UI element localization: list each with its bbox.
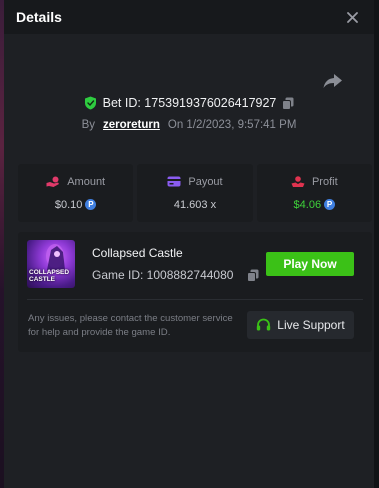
stat-payout: Payout 41.603 x — [137, 164, 253, 222]
profit-hand-icon — [291, 175, 305, 187]
support-notice: Any issues, please contact the customer … — [28, 313, 233, 338]
amount-label: Amount — [67, 175, 106, 188]
modal-title: Details — [16, 9, 62, 25]
copy-game-id-icon[interactable] — [247, 269, 259, 282]
game-name: Collapsed Castle — [92, 246, 183, 260]
play-now-button[interactable]: Play Now — [266, 252, 354, 276]
profit-label: Profit — [311, 175, 338, 188]
bet-stats: Amount $0.10 P Payout 41.603 x Profit $4… — [18, 164, 372, 222]
stat-amount: Amount $0.10 P — [18, 164, 134, 222]
thumbnail-title-2: CASTLE — [29, 276, 55, 283]
modal-header: Details — [4, 0, 374, 34]
game-thumbnail[interactable]: COLLAPSED CASTLE — [27, 240, 75, 288]
headset-icon — [257, 318, 271, 331]
bet-id: Bet ID: 1753919376026417927 — [102, 96, 277, 110]
wallet-card-icon — [167, 176, 181, 187]
thumbnail-title-1: COLLAPSED — [29, 269, 70, 276]
game-id: Game ID: 1008882744080 — [92, 268, 234, 282]
username-link[interactable]: zeroreturn — [103, 119, 160, 131]
currency-coin-icon: P — [324, 199, 336, 210]
divider — [27, 299, 363, 300]
live-support-label: Live Support — [277, 318, 345, 332]
close-icon — [346, 11, 358, 23]
game-id-row: Game ID: 1008882744080 — [92, 268, 259, 282]
bet-id-row: Bet ID: 1753919376026417927 — [4, 96, 374, 110]
payout-label: Payout — [188, 175, 223, 188]
game-card: COLLAPSED CASTLE Collapsed Castle Game I… — [18, 232, 372, 352]
hand-coin-icon — [46, 176, 60, 187]
bet-author-row: By zeroreturn On 1/2/2023, 9:57:41 PM — [4, 119, 374, 131]
stat-profit: Profit $4.06 P — [256, 164, 372, 222]
shield-check-icon — [84, 96, 96, 110]
payout-value: 41.603 x — [173, 198, 217, 211]
live-support-button[interactable]: Live Support — [247, 311, 354, 339]
copy-bet-id-icon[interactable] — [282, 97, 294, 110]
amount-value: $0.10 — [54, 198, 83, 211]
by-label: By — [81, 119, 96, 131]
profit-value: $4.06 — [293, 198, 322, 211]
details-modal: Details Bet ID: 1753919376026417927 By z… — [4, 0, 374, 488]
share-icon[interactable] — [322, 72, 344, 90]
bet-timestamp: On 1/2/2023, 9:57:41 PM — [167, 119, 297, 131]
currency-coin-icon: P — [85, 199, 97, 210]
close-button[interactable] — [344, 9, 360, 25]
